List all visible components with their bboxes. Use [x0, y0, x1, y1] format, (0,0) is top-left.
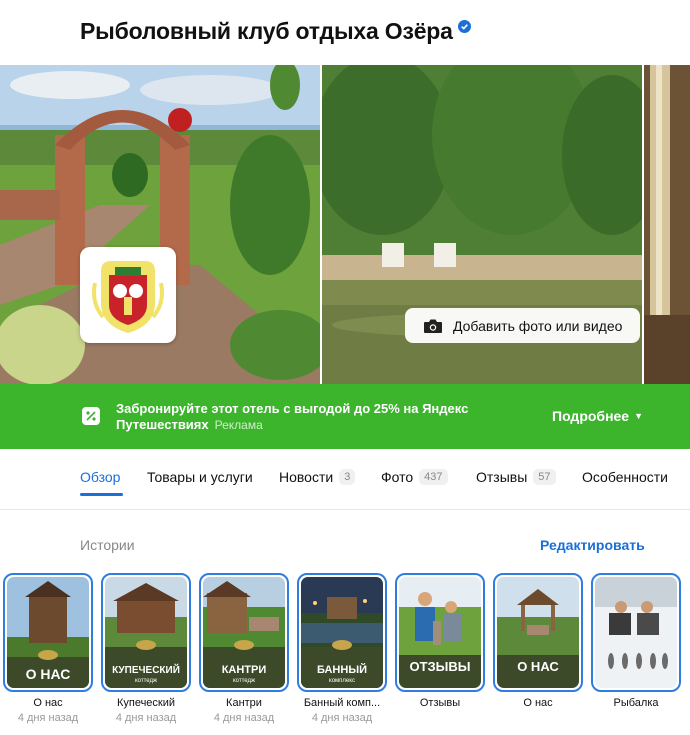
edit-stories-link[interactable]: Редактировать [540, 537, 645, 553]
tab-reviews[interactable]: Отзывы 57 [476, 469, 556, 485]
story-thumbnail[interactable]: КАНТРИ коттедж [199, 573, 289, 692]
story-subcaption: коттедж [232, 678, 256, 684]
story-caption: О НАС [517, 659, 559, 674]
tab-label: Отзывы [476, 469, 528, 485]
story-item[interactable]: ОТЗЫВЫ Отзывы [395, 573, 485, 712]
story-thumbnail[interactable]: БАННЫЙ комплекс [297, 573, 387, 692]
tab-photos[interactable]: Фото 437 [381, 469, 448, 485]
story-title: О нас [523, 697, 553, 709]
story-item[interactable]: БАННЫЙ комплекс Банный комп... 4 дня наз… [297, 573, 387, 724]
promo-more-button[interactable]: Подробнее ▼ [552, 408, 643, 424]
active-tab-indicator [80, 493, 123, 496]
ad-label: Реклама [214, 418, 263, 432]
tab-features[interactable]: Особенности [582, 469, 668, 485]
story-subcaption: коттедж [134, 678, 158, 684]
camera-icon [424, 319, 442, 333]
tab-label: Обзор [80, 469, 121, 485]
tab-label: Товары и услуги [147, 469, 253, 485]
page-title: Рыболовный клуб отдыха Озёра [80, 18, 471, 45]
tab-count-badge: 57 [533, 469, 556, 485]
story-thumbnail[interactable]: ОТЗЫВЫ [395, 573, 485, 692]
promo-message: Забронируйте этот отель с выгодой до 25%… [116, 401, 469, 432]
stories-heading: Истории [80, 537, 135, 553]
tab-count-badge: 3 [339, 469, 356, 485]
story-thumbnail[interactable]: КУПЕЧЕСКИЙ коттедж [101, 573, 191, 692]
story-caption: О НАС [25, 666, 71, 682]
story-item[interactable]: О НАС О нас [493, 573, 583, 712]
club-emblem-icon [92, 261, 164, 333]
story-timestamp: 4 дня назад [311, 712, 373, 724]
tab-label: Новости [279, 469, 334, 485]
story-item[interactable]: Рыбалка [591, 573, 681, 712]
tab-label: Особенности [582, 469, 668, 485]
story-timestamp: 4 дня назад [213, 712, 275, 724]
add-photo-button[interactable]: Добавить фото или видео [405, 308, 640, 343]
story-image [595, 577, 677, 688]
story-title: Отзывы [419, 697, 461, 709]
tab-overview[interactable]: Обзор [80, 469, 120, 485]
promo-text: Забронируйте этот отель с выгодой до 25%… [116, 401, 486, 433]
gallery-photo-interior[interactable] [644, 65, 690, 384]
story-title: О нас [33, 697, 63, 709]
add-photo-label: Добавить фото или видео [453, 317, 623, 334]
story-title: Кантри [226, 697, 262, 709]
club-logo [80, 247, 176, 343]
story-timestamp: 4 дня назад [17, 712, 79, 724]
tab-label: Фото [381, 469, 414, 485]
story-item[interactable]: КАНТРИ коттедж Кантри 4 дня назад [199, 573, 289, 724]
story-thumbnail[interactable]: О НАС [3, 573, 93, 692]
page-title-text: Рыболовный клуб отдыха Озёра [80, 18, 453, 44]
story-caption: КУПЕЧЕСКИЙ [112, 665, 180, 676]
interior-photo-image [644, 65, 690, 384]
story-caption: БАННЫЙ [317, 664, 367, 676]
story-title: Банный комп... [303, 697, 381, 709]
header: Рыболовный клуб отдыха Озёра [0, 0, 690, 65]
story-item[interactable]: О НАС О нас 4 дня назад [3, 573, 93, 724]
promo-more-label: Подробнее [552, 408, 630, 424]
tab-news[interactable]: Новости 3 [279, 469, 356, 485]
tab-count-badge: 437 [419, 469, 448, 485]
tab-products[interactable]: Товары и услуги [147, 469, 253, 485]
discount-icon [82, 407, 100, 425]
story-caption: КАНТРИ [221, 664, 267, 676]
chevron-down-icon: ▼ [634, 411, 644, 421]
story-thumbnail[interactable]: О НАС [493, 573, 583, 692]
story-title: Купеческий [116, 697, 176, 709]
story-subcaption: комплекс [329, 678, 355, 684]
tab-bar: Обзор Товары и услуги Новости 3 Фото 437… [0, 449, 690, 510]
story-thumbnail[interactable] [591, 573, 681, 692]
story-item[interactable]: КУПЕЧЕСКИЙ коттедж Купеческий 4 дня наза… [101, 573, 191, 724]
story-caption: ОТЗЫВЫ [409, 659, 471, 674]
story-timestamp: 4 дня назад [115, 712, 177, 724]
verified-icon [457, 20, 471, 33]
story-title: Рыбалка [613, 697, 659, 709]
